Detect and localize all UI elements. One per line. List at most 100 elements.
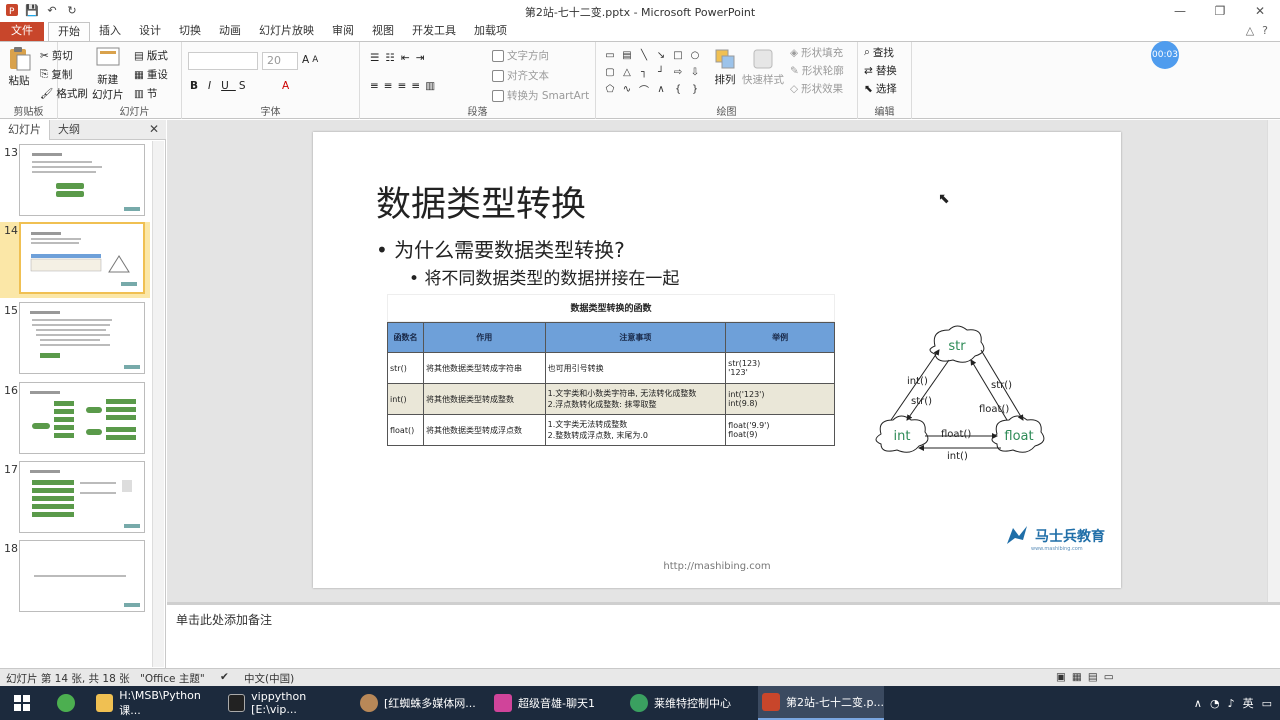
minimize-icon[interactable]: — [1160,0,1200,22]
slide-bullet-1[interactable]: • 为什么需要数据类型转换? [376,234,625,263]
close-icon[interactable]: ✕ [1240,0,1280,22]
quick-styles-button[interactable]: 快速样式 [742,48,784,87]
ime-indicator[interactable]: 英 [1243,695,1254,711]
recording-timer[interactable]: 00:03 [1151,41,1179,69]
replace-button[interactable]: ⇄ 替换 [864,63,897,78]
new-slide-button[interactable]: 新建 幻灯片 [92,46,124,102]
slide-canvas[interactable]: 数据类型转换 • 为什么需要数据类型转换? • 将不同数据类型的数据拼接在一起 … [313,132,1121,588]
tab-file[interactable]: 文件 [0,22,44,41]
tab-outline[interactable]: 大纲 [50,120,88,140]
slide-thumbnail[interactable]: 16 [0,382,150,458]
layout-button[interactable]: ▤ 版式 [134,48,168,63]
reset-button[interactable]: ▦ 重设 [134,67,168,82]
align-buttons[interactable]: ≡≡≡≡▥ [370,80,440,92]
copy-button[interactable]: ⎘ 复制 [40,67,72,82]
slide-thumbnail[interactable]: 18 [0,540,150,616]
pentagon-shape-icon[interactable]: ⬠ [602,81,618,97]
shape-effects-button[interactable]: ◇ 形状效果 [790,81,843,96]
tray-expand-icon[interactable]: ∧ [1194,697,1202,710]
slide-thumbnail[interactable]: 15 [0,302,150,378]
arrow-line-shape-icon[interactable]: ↘ [653,47,669,63]
curve-shape-icon[interactable]: ∿ [619,81,635,97]
elbow2-shape-icon[interactable]: ┘ [653,64,669,80]
shape-outline-button[interactable]: ✎ 形状轮廓 [790,63,844,78]
tab-slides[interactable]: 幻灯片 [0,119,50,140]
taskbar-item-powerpoint[interactable]: 第2站-七十二变.p... [758,686,884,720]
tab-transitions[interactable]: 切换 [170,22,210,41]
tab-view[interactable]: 视图 [363,22,403,41]
edge-label: int() [907,376,928,387]
slides-panel-scrollbar[interactable] [152,141,164,667]
slide-bullet-2[interactable]: • 将不同数据类型的数据拼接在一起 [409,264,679,289]
elbow-shape-icon[interactable]: ┐ [636,64,652,80]
arrange-button[interactable]: 排列 [714,48,736,87]
select-button[interactable]: ⬉ 选择 [864,81,897,96]
slide-thumbnail[interactable]: 14 [0,222,150,298]
shape-fill-button[interactable]: ◈ 形状填充 [790,45,843,60]
network-icon[interactable]: ◔ [1210,697,1220,710]
font-format-buttons[interactable]: BIUS [190,80,252,92]
font-name-box[interactable] [188,52,258,70]
action-center-icon[interactable]: ▭ [1262,697,1272,710]
taskbar-item-explorer[interactable]: H:\MSB\Python课... [92,686,218,720]
cut-button[interactable]: ✂ 剪切 [40,48,73,63]
volume-icon[interactable]: ♪ [1228,697,1235,710]
notes-pane[interactable]: 单击此处添加备注 [167,602,1280,668]
grow-font-icon[interactable]: AA [302,54,318,66]
conversion-diagram[interactable]: str int float int() str() str() float() … [873,322,1047,468]
tab-animations[interactable]: 动画 [210,22,250,41]
find-button[interactable]: ⌕ 查找 [864,45,894,60]
theme-name[interactable]: "Office 主题" [140,671,205,686]
restore-icon[interactable]: ❐ [1200,0,1240,22]
taskbar-item-classroom[interactable]: [红蜘蛛多媒体网... [356,686,482,720]
textbox-v-shape-icon[interactable]: ▤ [619,47,635,63]
list-buttons[interactable]: ☰☷⇤⇥ [370,52,430,64]
angle-shape-icon[interactable]: ∧ [653,81,669,97]
taskbar-item-control-center[interactable]: 莱维特控制中心 [626,686,752,720]
align-text-button[interactable]: 对齐文本 [492,68,549,83]
font-color-icon[interactable]: A [282,80,289,92]
tab-review[interactable]: 审阅 [323,22,363,41]
textbox-shape-icon[interactable]: ▭ [602,47,618,63]
close-panel-icon[interactable]: ✕ [149,122,159,136]
arc-shape-icon[interactable]: ⌒ [636,81,652,97]
language-indicator[interactable]: 中文(中国) [244,671,294,686]
tab-insert[interactable]: 插入 [90,22,130,41]
browser-taskbar-icon[interactable] [48,686,84,720]
tab-developer[interactable]: 开发工具 [403,22,465,41]
tab-slideshow[interactable]: 幻灯片放映 [250,22,323,41]
rounded-rect-shape-icon[interactable]: ▢ [602,64,618,80]
oval-shape-icon[interactable]: ○ [687,47,703,63]
notes-placeholder[interactable]: 单击此处添加备注 [176,611,272,628]
paste-button[interactable]: 粘贴 [6,46,32,88]
mouse-cursor-icon: ⬉ [938,191,950,207]
editor-scrollbar[interactable] [1267,120,1280,602]
spellcheck-icon[interactable]: ✔ [220,671,229,683]
taskbar-item-chat[interactable]: 超级音雄-聊天1 [490,686,616,720]
brace-left-shape-icon[interactable]: { [670,81,686,97]
slide-thumbnail[interactable]: 17 [0,461,150,537]
slide-title[interactable]: 数据类型转换 [376,176,586,227]
line-shape-icon[interactable]: ╲ [636,47,652,63]
right-arrow-shape-icon[interactable]: ⇨ [670,64,686,80]
tab-home[interactable]: 开始 [48,22,90,41]
view-buttons[interactable]: ▣▦▤▭ [1056,671,1120,683]
help-icon[interactable]: ? [1262,24,1268,37]
conversion-table[interactable]: 函数名 作用 注意事项 举例 str() 将其他数据类型转成字符串 也可用引号转… [387,322,835,446]
brace-right-shape-icon[interactable]: } [687,81,703,97]
font-size-box[interactable]: 20 [262,52,298,70]
shapes-gallery[interactable]: ▭ ▤ ╲ ↘ □ ○ ▢ △ ┐ ┘ ⇨ ⇩ ⬠ ∿ ⌒ ∧{} [602,47,706,99]
slide-thumbnail[interactable]: 13 [0,144,150,220]
text-direction-button[interactable]: 文字方向 [492,48,549,63]
format-painter-button[interactable]: 🖌 格式刷 [40,86,88,101]
minimize-ribbon-icon[interactable]: △ [1246,24,1254,37]
taskbar-item-pycharm[interactable]: vippython [E:\vip... [224,686,350,720]
smartart-button[interactable]: 转换为 SmartArt [492,88,589,103]
down-arrow-shape-icon[interactable]: ⇩ [687,64,703,80]
tab-design[interactable]: 设计 [130,22,170,41]
tab-addins[interactable]: 加载项 [465,22,516,41]
triangle-shape-icon[interactable]: △ [619,64,635,80]
start-button[interactable] [0,686,44,720]
rect-shape-icon[interactable]: □ [670,47,686,63]
section-button[interactable]: ▥ 节 [134,86,157,101]
